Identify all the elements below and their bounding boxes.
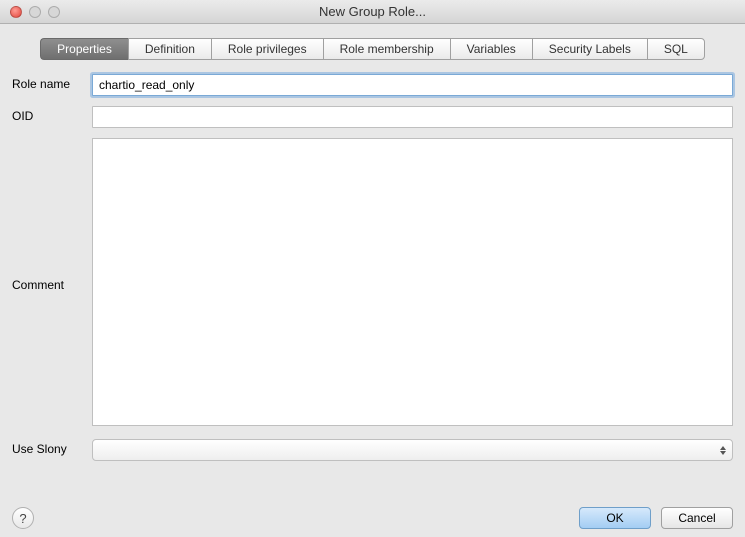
footer-buttons: OK Cancel bbox=[579, 507, 733, 529]
tab-sql[interactable]: SQL bbox=[647, 38, 705, 60]
cancel-button[interactable]: Cancel bbox=[661, 507, 733, 529]
label-use-slony: Use Slony bbox=[12, 439, 92, 456]
label-comment: Comment bbox=[12, 275, 92, 292]
use-slony-select[interactable] bbox=[92, 439, 733, 461]
tab-properties[interactable]: Properties bbox=[40, 38, 128, 60]
stepper-arrows-icon bbox=[720, 446, 726, 455]
oid-input[interactable] bbox=[92, 106, 733, 128]
ok-button[interactable]: OK bbox=[579, 507, 651, 529]
help-button[interactable]: ? bbox=[12, 507, 34, 529]
tab-role-membership[interactable]: Role membership bbox=[323, 38, 450, 60]
help-icon: ? bbox=[19, 511, 26, 526]
minimize-button[interactable] bbox=[29, 6, 41, 18]
window-title: New Group Role... bbox=[0, 4, 745, 19]
label-oid: OID bbox=[12, 106, 92, 123]
row-use-slony: Use Slony bbox=[12, 439, 733, 461]
maximize-button[interactable] bbox=[48, 6, 60, 18]
close-button[interactable] bbox=[10, 6, 22, 18]
tab-role-privileges[interactable]: Role privileges bbox=[211, 38, 323, 60]
footer: ? OK Cancel bbox=[12, 507, 733, 529]
label-role-name: Role name bbox=[12, 74, 92, 91]
tab-security-labels[interactable]: Security Labels bbox=[532, 38, 647, 60]
traffic-lights bbox=[0, 6, 60, 18]
row-oid: OID bbox=[12, 106, 733, 128]
comment-textarea[interactable] bbox=[92, 138, 733, 426]
titlebar: New Group Role... bbox=[0, 0, 745, 24]
tab-bar: Properties Definition Role privileges Ro… bbox=[12, 38, 733, 60]
row-role-name: Role name bbox=[12, 74, 733, 96]
role-name-input[interactable] bbox=[92, 74, 733, 96]
tab-variables[interactable]: Variables bbox=[450, 38, 532, 60]
tab-definition[interactable]: Definition bbox=[128, 38, 211, 60]
content: Properties Definition Role privileges Ro… bbox=[0, 24, 745, 479]
row-comment: Comment bbox=[12, 138, 733, 429]
